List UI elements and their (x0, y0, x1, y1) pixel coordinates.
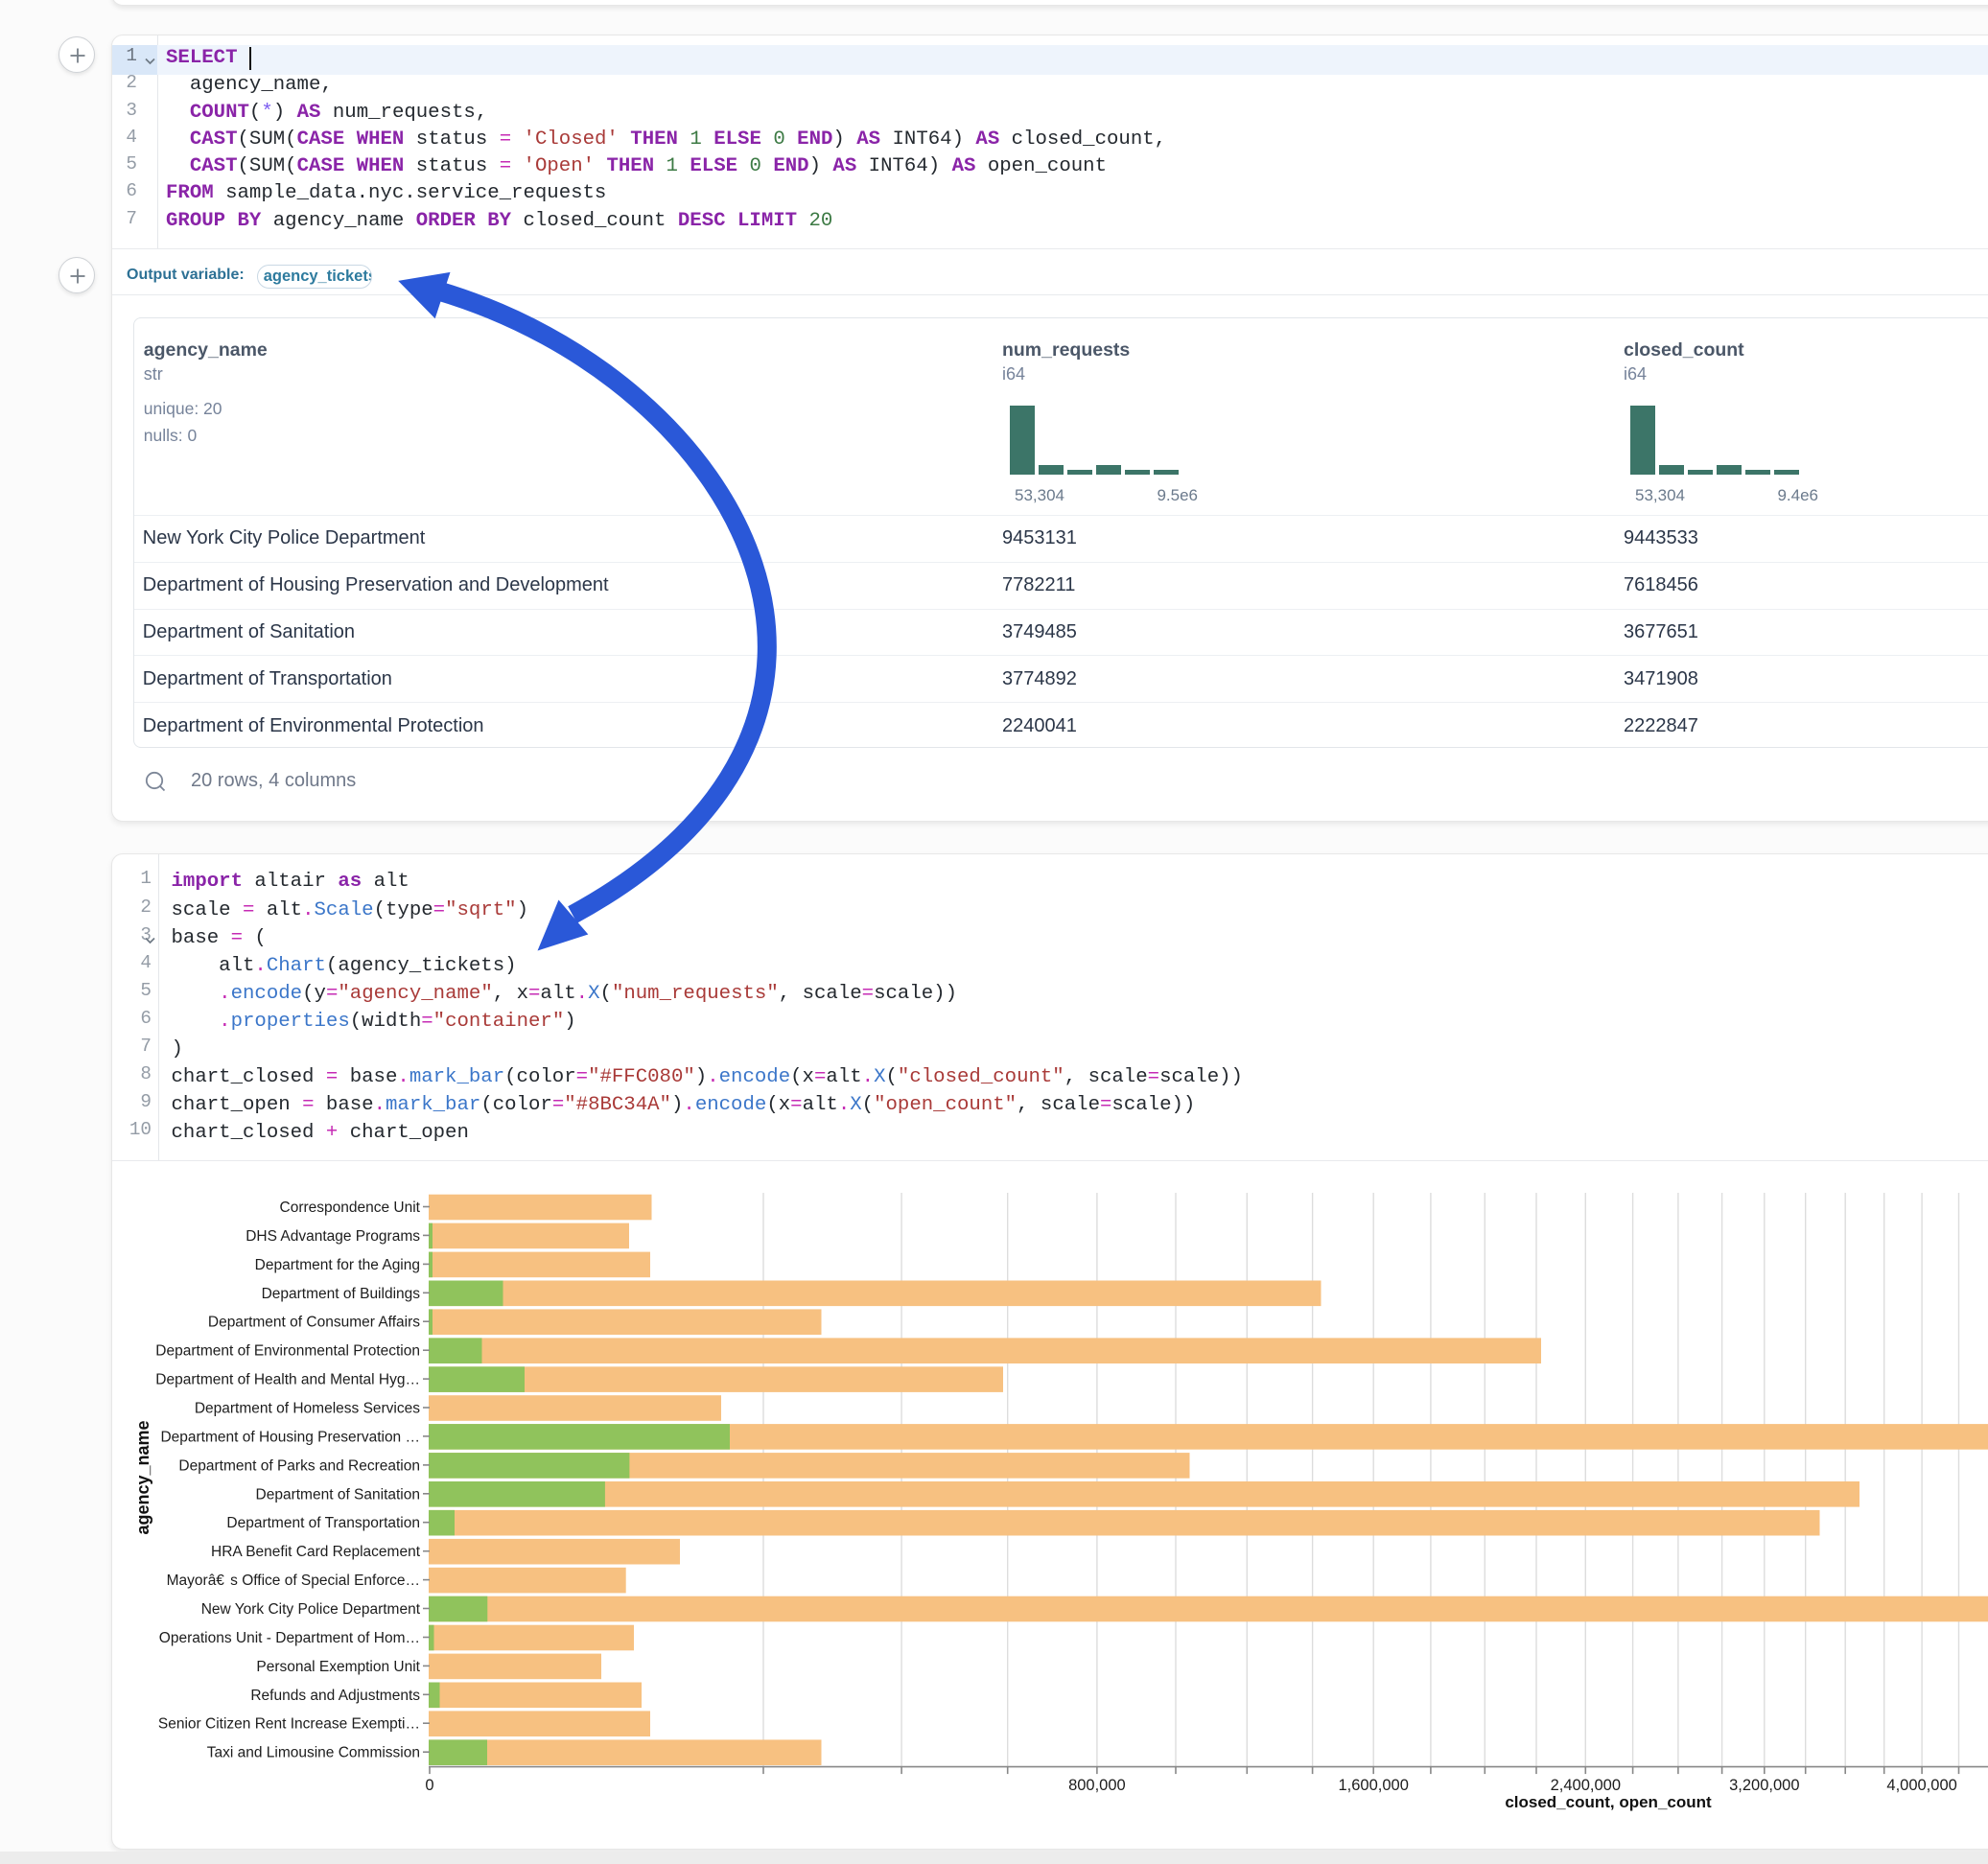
svg-text:Personal Exemption Unit: Personal Exemption Unit (256, 1659, 420, 1675)
svg-text:Operations Unit - Department o: Operations Unit - Department of Hom… (159, 1630, 420, 1646)
svg-text:4,000,000: 4,000,000 (1886, 1777, 1956, 1794)
svg-text:Department of Parks and Recrea: Department of Parks and Recreation (178, 1457, 420, 1474)
svg-text:Department of Environmental Pr: Department of Environmental Protection (155, 1343, 420, 1360)
svg-text:Senior Citizen Rent Increase E: Senior Citizen Rent Increase Exempti… (158, 1716, 420, 1733)
svg-text:Department of Housing Preserva: Department of Housing Preservation … (160, 1429, 420, 1445)
svg-text:Mayorâ€ s Office of Special E: Mayorâ€ s Office of Special Enforce… (167, 1573, 420, 1589)
svg-text:800,000: 800,000 (1068, 1777, 1126, 1794)
svg-text:1,600,000: 1,600,000 (1338, 1777, 1408, 1794)
svg-text:2,400,000: 2,400,000 (1551, 1777, 1621, 1794)
svg-text:Taxi and Limousine Commission: Taxi and Limousine Commission (207, 1745, 420, 1761)
svg-text:HRA Benefit Card Replacement: HRA Benefit Card Replacement (211, 1544, 421, 1560)
svg-text:Department of Health and Menta: Department of Health and Mental Hyg… (155, 1372, 420, 1388)
svg-text:agency_name: agency_name (133, 1420, 152, 1534)
svg-text:Department of Buildings: Department of Buildings (262, 1286, 421, 1302)
svg-text:Department for the Aging: Department for the Aging (255, 1257, 420, 1273)
svg-text:Department of Consumer Affairs: Department of Consumer Affairs (208, 1315, 420, 1331)
svg-text:Department of Homeless Service: Department of Homeless Services (195, 1401, 420, 1417)
svg-text:DHS Advantage Programs: DHS Advantage Programs (246, 1228, 420, 1245)
svg-text:0: 0 (425, 1777, 433, 1794)
svg-text:Department of Sanitation: Department of Sanitation (256, 1486, 420, 1503)
svg-text:Department of Transportation: Department of Transportation (226, 1515, 420, 1531)
svg-text:New York City Police Departmen: New York City Police Department (201, 1601, 421, 1618)
svg-text:Refunds and Adjustments: Refunds and Adjustments (250, 1688, 420, 1704)
svg-text:closed_count, open_count: closed_count, open_count (1505, 1793, 1712, 1811)
svg-text:Correspondence Unit: Correspondence Unit (280, 1200, 421, 1216)
svg-text:3,200,000: 3,200,000 (1729, 1777, 1799, 1794)
